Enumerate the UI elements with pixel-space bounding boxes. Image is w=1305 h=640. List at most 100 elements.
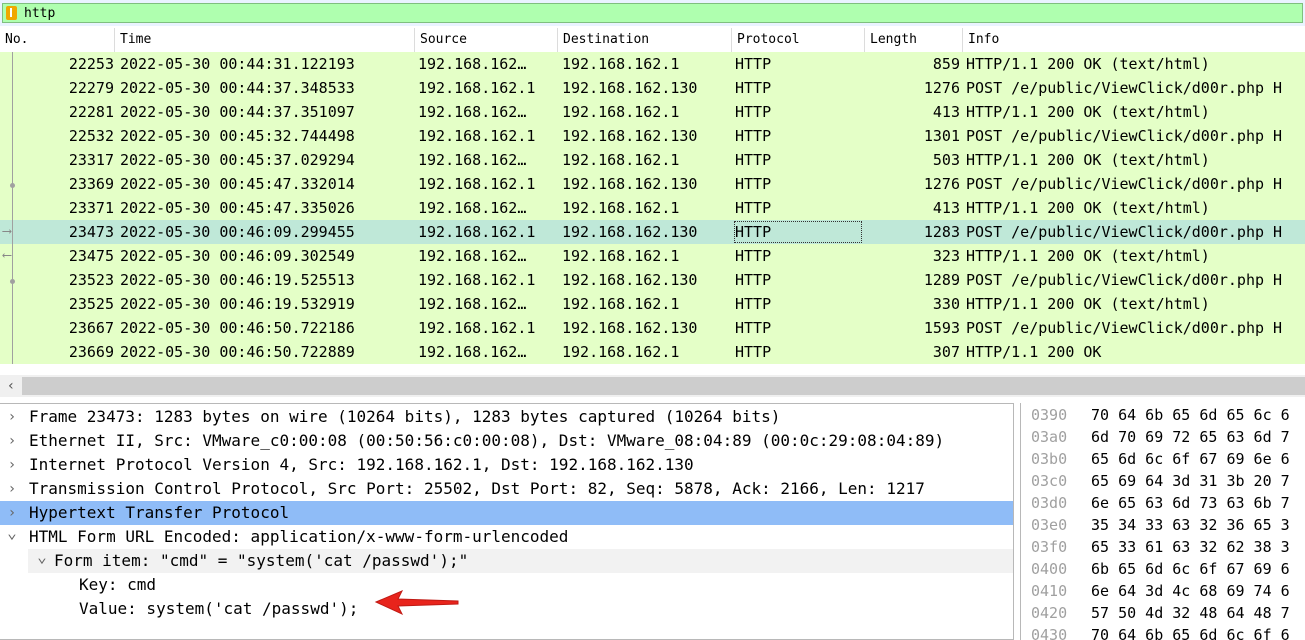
- column-header-protocol[interactable]: Protocol: [732, 28, 865, 52]
- hex-row[interactable]: 03c0 65 69 64 3d 31 3b 20 7: [1021, 469, 1305, 493]
- packet-row[interactable]: 23669 2022-05-30 00:46:50.722889 192.168.1…: [0, 340, 1305, 364]
- detail-tree-label: Ethernet II, Src: VMware_c0:00:08 (00:50…: [29, 431, 945, 450]
- related-packets-line: [12, 52, 13, 364]
- packet-dst-cell: 192.168.162.1: [562, 103, 680, 121]
- hex-row[interactable]: 0420 57 50 4d 32 48 64 48 7: [1021, 601, 1305, 625]
- packet-row[interactable]: 23371 2022-05-30 00:45:47.335026 192.168.1…: [0, 196, 1305, 220]
- packet-no-cell: 22281: [68, 103, 114, 121]
- bookmark-icon[interactable]: [6, 6, 17, 20]
- column-header-source[interactable]: Source: [415, 28, 558, 52]
- packet-time-cell: 2022-05-30 00:44:37.348533: [120, 79, 355, 97]
- packet-row[interactable]: 23369 2022-05-30 00:45:47.332014 192.168.1…: [0, 172, 1305, 196]
- packet-dst-cell: 192.168.162.130: [562, 223, 698, 241]
- packet-row[interactable]: 23475 2022-05-30 00:46:09.302549 192.168.1…: [0, 244, 1305, 268]
- packet-row[interactable]: 22532 2022-05-30 00:45:32.744498 192.168.1…: [0, 124, 1305, 148]
- packet-row[interactable]: 23525 2022-05-30 00:46:19.532919 192.168.1…: [0, 292, 1305, 316]
- hex-row[interactable]: 0400 6b 65 6d 6c 6f 67 69 6: [1021, 557, 1305, 581]
- packet-no-cell: 23523: [68, 271, 114, 289]
- packet-row[interactable]: 23317 2022-05-30 00:45:37.029294 192.168.1…: [0, 148, 1305, 172]
- packet-row[interactable]: 23523 2022-05-30 00:46:19.525513 192.168.1…: [0, 268, 1305, 292]
- column-header-info[interactable]: Info: [963, 28, 1305, 52]
- hex-bytes: 6e 65 63 6d 73 63 6b 7: [1091, 494, 1290, 512]
- hex-row[interactable]: 03e0 35 34 33 63 32 36 65 3: [1021, 513, 1305, 537]
- hex-row[interactable]: 0410 6e 64 3d 4c 68 69 74 6: [1021, 579, 1305, 603]
- packet-row-selected[interactable]: 23473 2022-05-30 00:46:09.299455 192.168.1…: [0, 220, 1305, 244]
- detail-tree-item[interactable]: › Hypertext Transfer Protocol: [0, 501, 1013, 525]
- detail-tree-item[interactable]: Key: cmd: [0, 573, 1013, 597]
- hex-row[interactable]: 03b0 65 6d 6c 6f 67 69 6e 6: [1021, 447, 1305, 471]
- detail-tree-item[interactable]: › Internet Protocol Version 4, Src: 192.1…: [0, 453, 1013, 477]
- scrollbar-thumb[interactable]: [22, 377, 1305, 395]
- hex-offset: 0410: [1031, 582, 1068, 600]
- hex-bytes: 70 64 6b 65 6d 6c 6f 6: [1091, 626, 1290, 640]
- detail-tree-item[interactable]: Value: system('cat /passwd');: [0, 597, 1013, 621]
- packet-time-cell: 2022-05-30 00:45:47.335026: [120, 199, 355, 217]
- packet-time-cell: 2022-05-30 00:46:09.302549: [120, 247, 355, 265]
- packet-proto-cell: HTTP: [735, 175, 772, 193]
- chevron-down-icon[interactable]: ⌄: [35, 545, 49, 569]
- column-header-length[interactable]: Length: [865, 28, 963, 52]
- hex-offset: 03b0: [1031, 450, 1068, 468]
- hex-row[interactable]: 03d0 6e 65 63 6d 73 63 6b 7: [1021, 491, 1305, 515]
- packet-len-cell: 859: [932, 55, 960, 73]
- packet-row[interactable]: 22279 2022-05-30 00:44:37.348533 192.168.1…: [0, 76, 1305, 100]
- packet-len-cell: 413: [932, 103, 960, 121]
- chevron-right-icon[interactable]: ›: [5, 405, 19, 429]
- chevron-down-icon[interactable]: ⌄: [5, 521, 19, 545]
- scroll-left-icon[interactable]: ‹: [3, 375, 19, 397]
- packet-dst-cell: 192.168.162.1: [562, 151, 680, 169]
- packet-time-cell: 2022-05-30 00:46:09.299455: [120, 223, 355, 241]
- hex-offset: 0390: [1031, 406, 1068, 424]
- packet-no-cell: 22279: [68, 79, 114, 97]
- chevron-right-icon[interactable]: ›: [5, 429, 19, 453]
- packet-time-cell: 2022-05-30 00:46:50.722889: [120, 343, 355, 361]
- detail-tree-item[interactable]: › Transmission Control Protocol, Src Port…: [0, 477, 1013, 501]
- packet-proto-cell: HTTP: [735, 127, 772, 145]
- packet-row[interactable]: 22281 2022-05-30 00:44:37.351097 192.168.1…: [0, 100, 1305, 124]
- packet-list-horizontal-scrollbar[interactable]: ‹: [0, 375, 1305, 397]
- packet-row[interactable]: 22253 2022-05-30 00:44:31.122193 192.168.1…: [0, 52, 1305, 76]
- display-filter-bar: http: [0, 0, 1305, 26]
- packet-proto-cell: HTTP: [735, 319, 772, 337]
- packet-info-cell: HTTP/1.1 200 OK (text/html): [966, 151, 1210, 169]
- packet-dst-cell: 192.168.162.130: [562, 127, 698, 145]
- hex-row[interactable]: 03a0 6d 70 69 72 65 63 6d 7: [1021, 425, 1305, 449]
- hex-offset: 03a0: [1031, 428, 1068, 446]
- packet-list-header: No. Time Source Destination Protocol Len…: [0, 28, 1305, 53]
- detail-tree-item[interactable]: › Ethernet II, Src: VMware_c0:00:08 (00:5…: [0, 429, 1013, 453]
- packet-no-cell: 23525: [68, 295, 114, 313]
- packet-details-tree[interactable]: › Frame 23473: 1283 bytes on wire (10264 …: [0, 403, 1014, 640]
- chevron-right-icon[interactable]: ›: [5, 453, 19, 477]
- chevron-right-icon[interactable]: ›: [5, 477, 19, 501]
- packet-len-cell: 307: [932, 343, 960, 361]
- detail-tree-item[interactable]: › Frame 23473: 1283 bytes on wire (10264 …: [0, 405, 1013, 429]
- packet-no-cell: 22253: [68, 55, 114, 73]
- hex-bytes: 6d 70 69 72 65 63 6d 7: [1091, 428, 1290, 446]
- packet-list[interactable]: No. Time Source Destination Protocol Len…: [0, 28, 1305, 374]
- column-header-destination[interactable]: Destination: [558, 28, 732, 52]
- packet-bytes-pane[interactable]: 0390 70 64 6b 65 6d 65 6c 6 03a0 6d 70 69 7…: [1020, 403, 1305, 640]
- hex-bytes: 35 34 33 63 32 36 65 3: [1091, 516, 1290, 534]
- hex-row[interactable]: 0430 70 64 6b 65 6d 6c 6f 6: [1021, 623, 1305, 640]
- column-header-time[interactable]: Time: [115, 28, 415, 52]
- detail-tree-label: Value: system('cat /passwd');: [79, 599, 359, 618]
- packet-dst-cell: 192.168.162.1: [562, 199, 680, 217]
- related-packet-dot: [10, 279, 15, 284]
- packet-proto-cell: HTTP: [735, 79, 772, 97]
- hex-row[interactable]: 0390 70 64 6b 65 6d 65 6c 6: [1021, 403, 1305, 427]
- packet-proto-cell: HTTP: [735, 247, 772, 265]
- column-header-no[interactable]: No.: [0, 28, 115, 52]
- detail-tree-item[interactable]: ⌄ HTML Form URL Encoded: application/x-ww…: [0, 523, 1013, 549]
- display-filter-input[interactable]: http: [2, 3, 1303, 23]
- packet-time-cell: 2022-05-30 00:46:19.525513: [120, 271, 355, 289]
- request-arrow-icon: ⟶: [3, 224, 11, 239]
- packet-row[interactable]: 23667 2022-05-30 00:46:50.722186 192.168.1…: [0, 316, 1305, 340]
- packet-info-cell: POST /e/public/ViewClick/d00r.php H: [966, 319, 1283, 337]
- hex-row[interactable]: 03f0 65 33 61 63 32 62 38 3: [1021, 535, 1305, 559]
- detail-tree-item[interactable]: ⌄ Form item: "cmd" = "system('cat /passwd…: [28, 547, 1013, 573]
- hex-offset: 0430: [1031, 626, 1068, 640]
- display-filter-text[interactable]: http: [24, 5, 55, 22]
- hex-offset: 03e0: [1031, 516, 1068, 534]
- packet-info-cell: HTTP/1.1 200 OK (text/html): [966, 247, 1210, 265]
- packet-dst-cell: 192.168.162.1: [562, 343, 680, 361]
